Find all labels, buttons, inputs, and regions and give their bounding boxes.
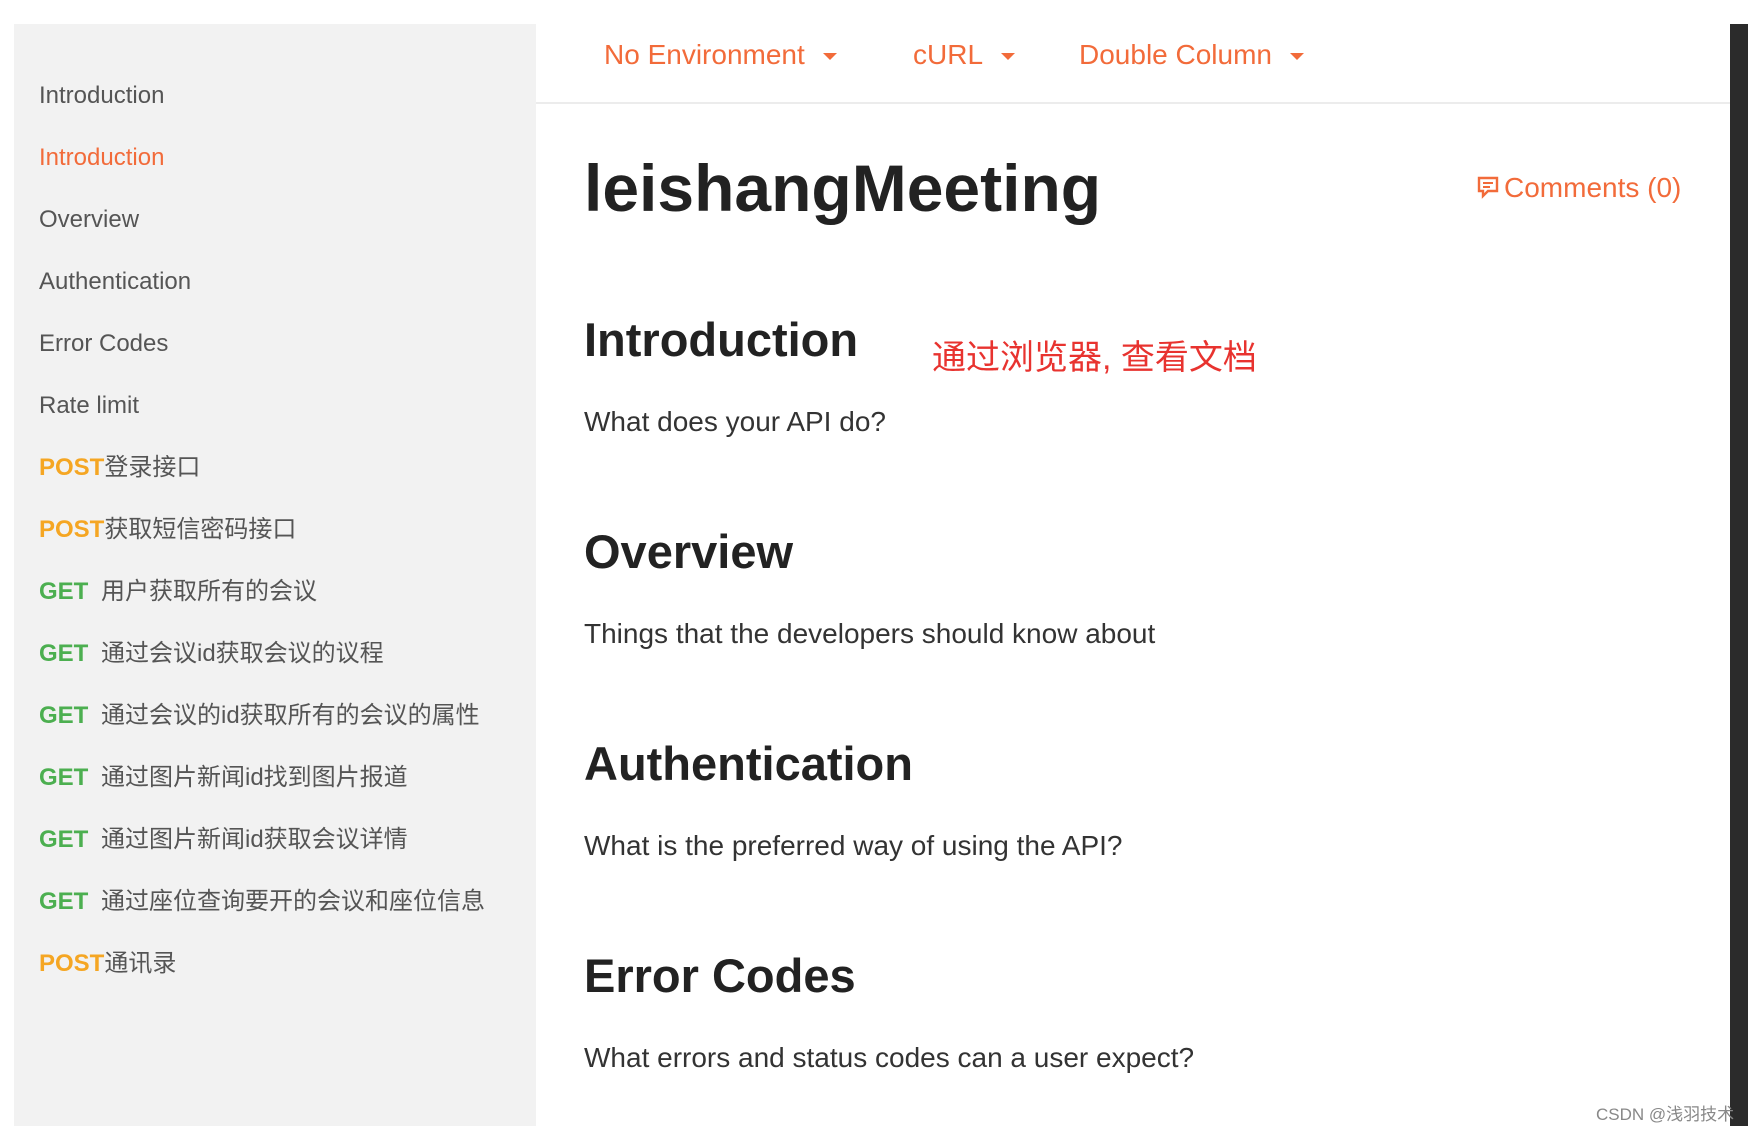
method-badge: GET [39, 764, 89, 791]
method-badge: GET [39, 888, 89, 915]
sidebar-item-endpoint[interactable]: GET 通过图片新闻id获取会议详情 [39, 820, 408, 860]
sidebar-item-label: Rate limit [39, 392, 140, 419]
sidebar-item-endpoint[interactable]: GET 通过座位查询要开的会议和座位信息 [39, 882, 485, 922]
sidebar-item-introduction[interactable]: Introduction [39, 138, 164, 178]
section-text-introduction: What does your API do? [584, 406, 886, 437]
sidebar-item-overview[interactable]: Overview [39, 200, 139, 240]
section-text-authentication: What is the preferred way of using the A… [584, 830, 1123, 861]
caret-down-icon [822, 53, 837, 61]
top-toolbar: No Environment cURL Double Column [536, 0, 1730, 104]
sidebar-item-endpoint[interactable]: GET 通过图片新闻id找到图片报道 [39, 758, 408, 798]
sidebar-item-endpoint[interactable]: POST通讯录 [39, 944, 176, 984]
sidebar-item-endpoint[interactable]: POST登录接口 [39, 448, 200, 488]
sidebar-item-authentication[interactable]: Authentication [39, 262, 191, 302]
page-title: leishangMeeting [584, 151, 1102, 225]
sidebar-item-endpoint[interactable]: GET 通过会议id获取会议的议程 [39, 634, 384, 674]
section-text-error-codes: What errors and status codes can a user … [584, 1042, 1195, 1073]
sidebar-item-label: 登录接口 [104, 454, 201, 481]
layout-dropdown[interactable]: Double Column [1079, 30, 1304, 80]
sidebar-item-label: 通过图片新闻id获取会议详情 [101, 826, 408, 853]
sidebar-item-label: Introduction [39, 82, 165, 109]
sidebar-item-label: Overview [39, 206, 140, 233]
method-badge: POST [39, 454, 105, 481]
comment-icon [1477, 176, 1499, 199]
section-heading-error-codes: Error Codes [584, 949, 856, 1002]
method-badge: GET [39, 702, 89, 729]
sidebar-item-rate-limit[interactable]: Rate limit [39, 386, 139, 426]
sidebar-item-endpoint[interactable]: POST获取短信密码接口 [39, 510, 296, 550]
method-badge: POST [39, 950, 105, 977]
method-badge: GET [39, 578, 89, 605]
sidebar-item-label: 通过图片新闻id找到图片报道 [101, 764, 408, 791]
sidebar-item-label: Authentication [39, 268, 192, 295]
comments-link[interactable]: Comments (0) [1476, 172, 1681, 204]
window-edge [1730, 24, 1748, 1126]
environment-label: No Environment [604, 39, 805, 70]
sidebar-item-endpoint[interactable]: GET 用户获取所有的会议 [39, 572, 317, 612]
caret-down-icon [1290, 53, 1304, 61]
section-heading-authentication: Authentication [584, 737, 913, 790]
sidebar-item-label: 通过会议id获取会议的议程 [101, 640, 384, 667]
sidebar-item-label: 通讯录 [104, 950, 177, 977]
sidebar-item-error-codes[interactable]: Error Codes [39, 324, 168, 364]
language-dropdown[interactable]: cURL [913, 30, 1016, 80]
section-heading-introduction: Introduction [584, 313, 859, 366]
language-label: cURL [913, 39, 984, 70]
watermark: CSDN @浅羽技术 [1596, 1105, 1735, 1124]
sidebar: Introduction Introduction Overview Authe… [14, 24, 536, 1126]
annotation-note: 通过浏览器, 查看文档 [932, 339, 1257, 377]
method-badge: GET [39, 826, 89, 853]
caret-down-icon [1001, 53, 1016, 61]
section-heading-overview: Overview [584, 525, 794, 578]
sidebar-item-label: Error Codes [39, 330, 169, 357]
environment-dropdown[interactable]: No Environment [604, 30, 837, 80]
sidebar-item-endpoint[interactable]: GET 通过会议的id获取所有的会议的属性 [39, 696, 480, 736]
section-text-overview: Things that the developers should know a… [584, 618, 1156, 649]
sidebar-item-label: 通过会议的id获取所有的会议的属性 [101, 702, 480, 729]
sidebar-item-label: Introduction [39, 144, 165, 171]
sidebar-item-label: 通过座位查询要开的会议和座位信息 [101, 888, 485, 915]
method-badge: GET [39, 640, 89, 667]
sidebar-item-label: 获取短信密码接口 [104, 516, 297, 543]
layout-label: Double Column [1079, 39, 1272, 70]
sidebar-item-introduction-header[interactable]: Introduction [39, 76, 164, 116]
method-badge: POST [39, 516, 105, 543]
sidebar-item-label: 用户获取所有的会议 [101, 578, 317, 605]
comments-label: Comments (0) [1504, 172, 1682, 203]
